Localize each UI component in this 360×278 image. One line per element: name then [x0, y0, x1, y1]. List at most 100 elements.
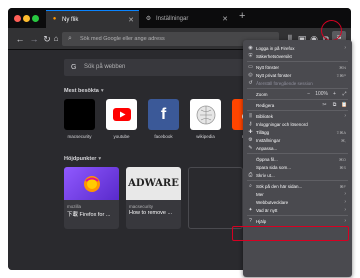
menu-item-zoom[interactable]: Zoom −100% + ⤢	[243, 90, 352, 99]
menu-item-label: Återställ föregående session	[256, 81, 313, 86]
menu-item-vad-är-nytt[interactable]: ✦ Vad är nytt ›	[243, 206, 352, 215]
menu-item-label: Mer	[256, 192, 264, 197]
firefox-icon	[64, 167, 119, 200]
url-placeholder: Sök med Google eller ange adress	[80, 36, 165, 42]
menu-separator	[247, 110, 348, 111]
menu-separator	[247, 153, 348, 154]
help-item-highlight	[232, 226, 349, 241]
tab-label: Inställningar	[156, 16, 189, 22]
menu-item-label: Inställningar	[256, 138, 281, 143]
card-source: macsecurity	[129, 204, 154, 209]
top-site-macsecurity[interactable]: macsecurity	[64, 99, 95, 139]
menu-item-label: Anpassa...	[256, 146, 278, 151]
top-site-label: youtube	[113, 134, 130, 139]
menu-item-label: Nytt fönster	[256, 65, 280, 70]
card-thumbnail: ADWARE	[126, 167, 181, 200]
tab-label: Ny flik	[62, 16, 79, 23]
menu-separator	[247, 61, 348, 62]
new-tab-button[interactable]: +	[239, 10, 245, 22]
cut-icon[interactable]: ✂	[321, 102, 328, 109]
zoom-level[interactable]: 100%	[315, 91, 328, 98]
highlights-heading[interactable]: Höjdpunkter ▾	[64, 156, 101, 162]
menu-item-label: Webbutvecklare	[256, 200, 289, 205]
chevron-right-icon: ›	[344, 218, 346, 224]
zoom-out-button[interactable]: −	[305, 91, 312, 98]
forward-icon[interactable]: →	[28, 33, 40, 45]
app-menu-panel: ◉ Logga in på Firefox › ⛨ Säkerhetsöversikt ▭…	[243, 40, 352, 277]
tab-settings[interactable]: ⚙ Inställningar ✕	[140, 10, 233, 28]
top-site-label: wikipedia	[196, 134, 215, 139]
menu-item-anpassa[interactable]: ✎ Anpassa...	[243, 144, 352, 153]
firefox-icon: ●	[52, 16, 57, 22]
shield-icon: ⛨	[248, 53, 253, 59]
top-sites-heading[interactable]: Mest besökta ▾	[64, 88, 104, 94]
menu-separator	[247, 180, 348, 181]
menu-item-label: Nytt privat fönster	[256, 73, 292, 78]
apple-icon	[64, 99, 95, 130]
menu-item-label: Sök på den här sidan...	[256, 184, 303, 189]
back-icon[interactable]: ←	[14, 33, 26, 45]
paste-icon[interactable]: 📋	[341, 102, 348, 109]
menu-item-label: Säkerhetsöversikt	[256, 54, 292, 59]
menu-separator	[247, 215, 348, 216]
gift-icon: ✦	[248, 207, 253, 213]
copy-icon[interactable]: ⧉	[331, 102, 338, 109]
home-icon[interactable]: ⌂	[50, 33, 62, 45]
highlight-card-mozilla[interactable]: mozilla 下載 Firefox for ...	[64, 167, 119, 229]
top-site-youtube[interactable]: youtube	[106, 99, 137, 139]
facebook-icon: f	[148, 99, 179, 130]
highlights-title: Höjdpunkter	[64, 156, 97, 162]
chevron-right-icon: ›	[344, 207, 346, 213]
menu-item-label: Vad är nytt	[256, 208, 278, 213]
chevron-down-icon: ▾	[98, 156, 102, 162]
menu-item-label: Spara sida som...	[256, 165, 292, 170]
menu-item-label: Tillägg	[256, 130, 270, 135]
close-tab-icon[interactable]: ✕	[222, 15, 228, 23]
card-source: mozilla	[67, 204, 82, 209]
menu-item-label: Bibliotek	[256, 114, 274, 119]
menu-item-återställ-föregående-session: ↺ Återställ föregående session	[243, 79, 352, 88]
top-site-label: macsecurity	[67, 134, 92, 139]
menu-item-label: Zoom	[256, 92, 268, 97]
top-site-facebook[interactable]: f facebook	[148, 99, 179, 139]
maximize-window-button[interactable]	[32, 15, 39, 22]
highlight-placeholder	[188, 167, 243, 229]
print-icon: ⎙	[248, 172, 253, 178]
menu-item-säkerhetsöversikt[interactable]: ⛨ Säkerhetsöversikt	[243, 52, 352, 61]
card-title: How to remove ...	[129, 210, 173, 216]
highlight-card-macsecurity[interactable]: ADWARE macsecurity How to remove ...	[126, 167, 181, 229]
chevron-down-icon: ▾	[100, 88, 104, 94]
menu-item-redigera[interactable]: Redigera ✂ ⧉ 📋	[243, 101, 352, 110]
menu-item-label: Redigera	[256, 103, 275, 108]
menu-item-label: Hjälp	[256, 219, 267, 224]
zoom-in-button[interactable]: +	[331, 91, 338, 98]
menu-item-hjälp[interactable]: ? Hjälp ›	[243, 217, 352, 226]
search-icon: ⌕	[68, 35, 72, 42]
menu-item-label: Logga in på Firefox	[256, 46, 295, 51]
restore-icon: ↺	[248, 80, 253, 86]
top-site-label: facebook	[154, 134, 173, 139]
tab-new-tab[interactable]: ● Ny flik ✕	[46, 10, 139, 28]
close-tab-icon[interactable]: ✕	[128, 16, 134, 24]
menu-separator	[247, 88, 348, 89]
google-icon: G	[71, 64, 77, 71]
menu-item-label: Skriv ut...	[256, 173, 275, 178]
close-window-button[interactable]	[14, 15, 21, 22]
tab-bar: ● Ny flik ✕ ⚙ Inställningar ✕ +	[8, 8, 351, 28]
menu-item-label: Inloggningar och lösenord	[256, 122, 308, 127]
page-search-input[interactable]: G Sök på webben	[64, 59, 247, 76]
top-sites-title: Mest besökta	[64, 88, 99, 94]
minimize-window-button[interactable]	[23, 15, 30, 22]
fullscreen-icon[interactable]: ⤢	[341, 91, 348, 98]
top-site-wikipedia[interactable]: wikipedia	[190, 99, 221, 139]
menu-separator	[247, 99, 348, 100]
help-icon: ?	[249, 218, 252, 224]
page-search-placeholder: Sök på webben	[84, 64, 126, 70]
menu-item-label: Öppna fil...	[256, 157, 278, 162]
gear-icon: ⚙	[145, 15, 152, 22]
brush-icon: ✎	[248, 145, 253, 151]
menu-button-highlight	[321, 20, 342, 41]
youtube-icon	[106, 99, 137, 130]
card-title: 下載 Firefox for ...	[67, 212, 111, 218]
menu-item-skriv-ut[interactable]: ⎙ Skriv ut...	[243, 171, 352, 180]
